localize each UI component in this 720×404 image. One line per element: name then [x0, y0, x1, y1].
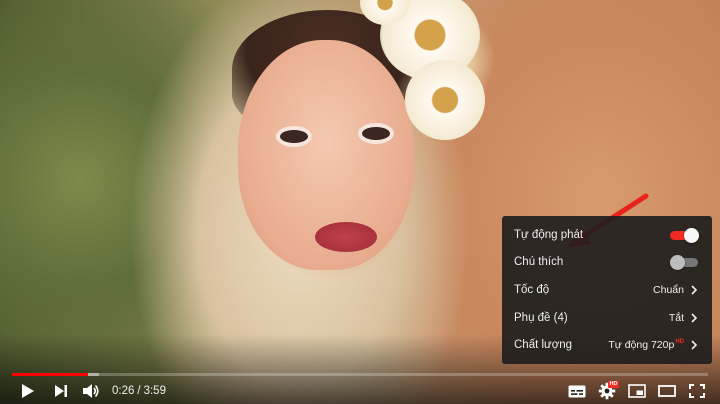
time-display: 0:26/3:59 — [112, 385, 166, 397]
play-icon — [22, 384, 34, 398]
video-subject-eye — [362, 127, 390, 140]
menu-item-annotations[interactable]: Chú thích — [502, 249, 712, 277]
video-player[interactable]: Tự động phát Chú thích Tốc độ Chuẩn Phụ … — [0, 0, 720, 404]
annotations-toggle[interactable] — [670, 255, 700, 271]
subtitles-icon — [568, 385, 586, 397]
menu-item-speed[interactable]: Tốc độ Chuẩn — [502, 276, 712, 304]
volume-button[interactable] — [76, 378, 106, 404]
chevron-right-icon — [691, 313, 698, 323]
theater-mode-button[interactable] — [652, 378, 682, 404]
control-bar: 0:26/3:59 HD — [0, 378, 720, 404]
menu-item-autoplay[interactable]: Tự động phát — [502, 221, 712, 249]
menu-item-subtitles[interactable]: Phụ đề (4) Tắt — [502, 304, 712, 332]
right-controls: HD — [562, 378, 712, 404]
menu-item-value: Chuẩn — [653, 283, 684, 296]
video-subject-eye — [280, 130, 308, 143]
fullscreen-icon — [689, 384, 705, 398]
chevron-right-icon — [691, 340, 698, 350]
current-time: 0:26 — [112, 385, 135, 397]
menu-item-value: Tắt — [668, 311, 684, 324]
video-subject-lips — [315, 222, 377, 252]
miniplayer-icon — [628, 384, 646, 398]
video-flower — [405, 60, 485, 140]
hd-superscript: HD — [675, 339, 684, 346]
autoplay-toggle[interactable] — [670, 227, 700, 243]
chevron-right-icon — [691, 285, 698, 295]
miniplayer-button[interactable] — [622, 378, 652, 404]
fullscreen-button[interactable] — [682, 378, 712, 404]
settings-menu: Tự động phát Chú thích Tốc độ Chuẩn Phụ … — [502, 216, 712, 364]
subtitles-button[interactable] — [562, 378, 592, 404]
settings-button[interactable]: HD — [592, 378, 622, 404]
next-icon — [55, 385, 67, 397]
volume-icon — [83, 384, 99, 398]
quality-value: Tự động 720p — [608, 339, 675, 352]
menu-item-label: Phụ đề (4) — [514, 311, 568, 324]
progress-played — [12, 373, 88, 376]
menu-item-label: Tốc độ — [514, 283, 550, 296]
menu-item-label: Tự động phát — [514, 228, 584, 241]
menu-item-quality[interactable]: Chất lượng Tự động 720pHD — [502, 331, 712, 359]
time-separator: / — [137, 385, 141, 397]
menu-item-value: Tự động 720pHD — [608, 339, 684, 351]
menu-item-label: Chú thích — [514, 256, 564, 269]
duration: 3:59 — [143, 385, 166, 397]
menu-item-label: Chất lượng — [514, 339, 573, 352]
play-button[interactable] — [10, 378, 46, 404]
hd-badge: HD — [608, 381, 619, 388]
next-button[interactable] — [46, 378, 76, 404]
progress-bar[interactable] — [12, 373, 708, 376]
theater-mode-icon — [658, 385, 676, 397]
